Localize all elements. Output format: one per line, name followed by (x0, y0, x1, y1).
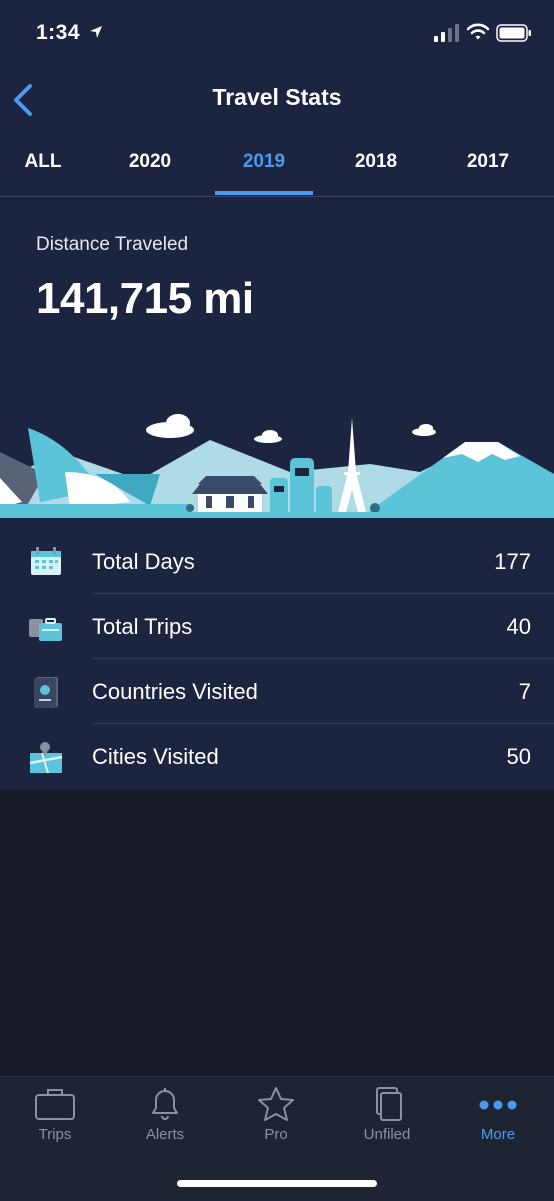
cellular-signal-icon (434, 24, 459, 42)
passport-icon (34, 677, 58, 708)
stat-value: 40 (506, 614, 531, 639)
stat-row-total-trips: Total Trips 40 (0, 595, 554, 659)
stat-value: 50 (506, 744, 531, 769)
tabbar-label: Alerts (145, 1126, 185, 1143)
landmarks-illustration (0, 414, 554, 518)
stat-label: Countries Visited (92, 679, 258, 704)
tabbar-trips[interactable]: Trips (5, 1087, 105, 1167)
star-icon (258, 1087, 294, 1121)
wifi-icon (467, 23, 489, 40)
tab-all[interactable]: ALL (0, 142, 86, 194)
status-bar: 1:34 (0, 0, 554, 66)
map-pin-icon (29, 742, 63, 774)
tabbar-label: More (480, 1126, 516, 1143)
location-arrow-icon (90, 26, 102, 38)
page-title: Travel Stats (212, 84, 342, 110)
status-time: 1:34 (36, 21, 81, 44)
tab-2019[interactable]: 2019 (215, 142, 313, 194)
bell-icon (152, 1088, 178, 1120)
tab-2018[interactable]: 2018 (326, 142, 426, 194)
tab-2020[interactable]: 2020 (100, 142, 200, 194)
stat-label: Total Days (92, 549, 195, 574)
tabbar-label: Pro (264, 1126, 288, 1143)
stat-value: 7 (518, 679, 531, 704)
stat-row-countries-visited: Countries Visited 7 (0, 660, 554, 724)
tab-active-indicator (215, 191, 313, 195)
tabbar-label: Trips (38, 1126, 72, 1143)
home-indicator (177, 1180, 377, 1187)
year-tab-bar: ALL 2020 2019 2018 2017 (0, 142, 554, 197)
distance-value: 141,715 mi (36, 274, 254, 323)
briefcase-icon (35, 1089, 75, 1120)
cloud-illustration (146, 414, 436, 443)
stat-label: Total Trips (92, 614, 193, 639)
row-divider (92, 723, 554, 724)
battery-icon (496, 24, 531, 42)
distance-label: Distance Traveled (36, 234, 189, 255)
luggage-icon (29, 618, 62, 641)
stat-row-cities-visited: Cities Visited 50 (0, 725, 554, 789)
documents-icon (376, 1087, 402, 1121)
stat-label: Cities Visited (92, 744, 219, 769)
tabbar-unfiled[interactable]: Unfiled (337, 1087, 437, 1167)
moai-illustration (270, 458, 332, 518)
tabbar-more[interactable]: More (448, 1087, 548, 1167)
tabbar-pro[interactable]: Pro (226, 1087, 326, 1167)
stat-row-total-days: Total Days 177 (0, 530, 554, 594)
more-dots-icon (479, 1100, 517, 1110)
row-divider (92, 593, 554, 594)
stat-value: 177 (494, 549, 531, 574)
tabbar-label: Unfiled (363, 1126, 411, 1143)
forbidden-city-illustration (192, 476, 268, 512)
calendar-icon (31, 547, 61, 575)
tab-2017[interactable]: 2017 (438, 142, 538, 194)
tabbar-alerts[interactable]: Alerts (115, 1087, 215, 1167)
row-divider (92, 658, 554, 659)
